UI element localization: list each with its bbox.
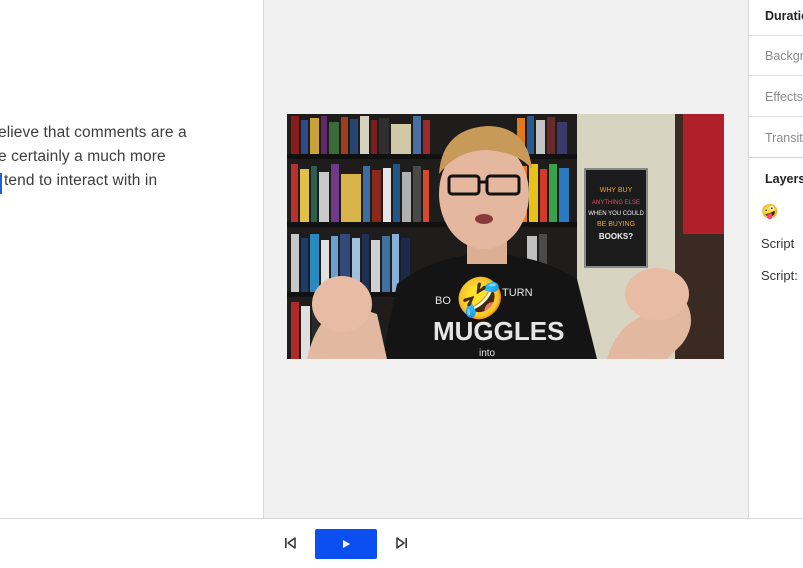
preview-canvas: WHY BUY ANYTHING ELSE WHEN YOU COULD BE …	[264, 0, 748, 518]
layer-item-script-2[interactable]: Script:	[761, 268, 798, 283]
skip-next-button[interactable]	[390, 530, 414, 556]
script-editor[interactable]: elieve that comments are a e certainly a…	[0, 0, 264, 518]
script-line[interactable]: tend to interact with in	[4, 172, 157, 190]
skip-previous-button[interactable]	[278, 530, 302, 556]
properties-panel: Duration Background Effects Transitions …	[748, 0, 803, 518]
play-button[interactable]	[315, 529, 377, 559]
script-line[interactable]: elieve that comments are a	[0, 124, 187, 142]
poster-text-2: ANYTHING ELSE	[592, 200, 640, 206]
shirt-text-2: TURN	[502, 287, 533, 299]
shirt-text-1: BO	[435, 295, 451, 307]
layers-title: Layers	[765, 172, 803, 186]
play-icon	[343, 540, 350, 548]
transport-bar	[0, 518, 803, 568]
tab-transitions[interactable]: Transitions	[749, 118, 803, 158]
tab-duration[interactable]: Duration	[749, 0, 803, 36]
poster-text-5: BOOKS?	[599, 232, 633, 241]
layer-item-emoji[interactable]: 🤪	[761, 203, 778, 220]
skip-next-icon	[396, 537, 407, 549]
skip-previous-icon	[285, 537, 296, 549]
poster-text-4: BE BUYING	[597, 221, 635, 228]
script-line[interactable]: e certainly a much more	[0, 148, 166, 166]
emoji-sticker[interactable]: 🤣	[455, 276, 505, 322]
text-caret	[0, 173, 2, 194]
video-preview[interactable]: WHY BUY ANYTHING ELSE WHEN YOU COULD BE …	[287, 114, 724, 359]
video-frame-illustration: WHY BUY ANYTHING ELSE WHEN YOU COULD BE …	[287, 114, 724, 359]
tab-effects[interactable]: Effects	[749, 77, 803, 117]
poster-text-3: WHEN YOU COULD	[588, 211, 644, 217]
shirt-text-4: into	[479, 348, 496, 359]
layer-item-script[interactable]: Script	[761, 236, 794, 251]
tab-background[interactable]: Background	[749, 36, 803, 76]
poster-text-1: WHY BUY	[600, 187, 633, 194]
